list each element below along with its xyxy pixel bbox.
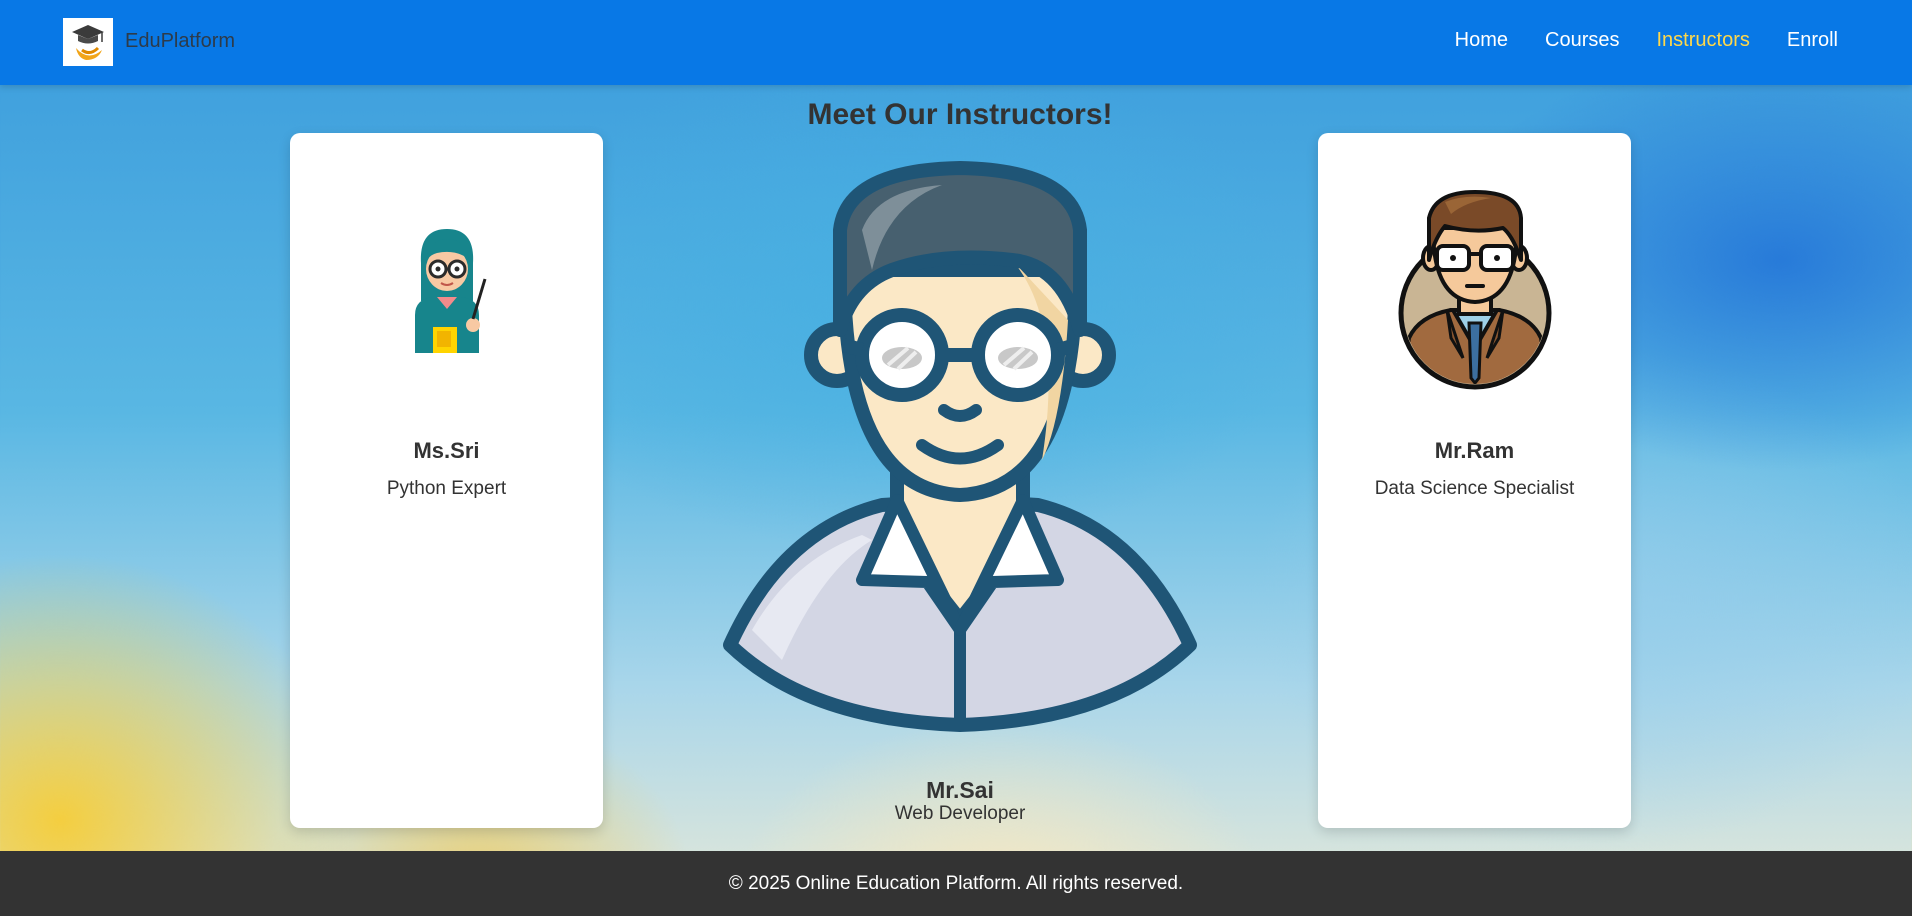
instructor-name: Ms.Sri: [413, 438, 480, 463]
nav-home[interactable]: Home: [1455, 29, 1508, 52]
footer: © 2025 Online Education Platform. All ri…: [0, 851, 1912, 916]
nav-courses[interactable]: Courses: [1545, 29, 1619, 52]
footer-copyright: © 2025 Online Education Platform. All ri…: [728, 872, 1184, 894]
instructor-name: Mr.Sai: [926, 777, 994, 803]
instructor-card-sai[interactable]: Mr.Sai Web Developer: [700, 160, 1220, 840]
nav-instructors[interactable]: Instructors: [1657, 29, 1750, 52]
avatar: [290, 223, 603, 358]
nav-enroll[interactable]: Enroll: [1787, 29, 1838, 52]
top-navbar: EduPlatform Home Courses Instructors Enr…: [0, 0, 1912, 85]
instructor-card-ram[interactable]: Mr.Ram Data Science Specialist: [1318, 133, 1631, 828]
man-in-suit-icon: [1398, 190, 1551, 390]
instructor-role: Web Developer: [894, 803, 1026, 824]
brand-name[interactable]: EduPlatform: [125, 30, 235, 53]
man-with-glasses-icon: [723, 161, 1197, 732]
instructor-name: Mr.Ram: [1434, 438, 1515, 463]
instructor-card-sri[interactable]: Ms.Sri Python Expert: [290, 133, 603, 828]
nav-links: Home Courses Instructors Enroll: [1455, 29, 1838, 52]
instructor-role: Data Science Specialist: [1374, 478, 1575, 499]
instructor-role: Python Expert: [386, 478, 507, 499]
avatar: [1318, 188, 1631, 393]
page-title: Meet Our Instructors!: [807, 98, 1113, 131]
graduation-cap-icon: [72, 25, 104, 60]
logo[interactable]: [63, 18, 113, 66]
teacher-woman-icon: [414, 229, 486, 353]
